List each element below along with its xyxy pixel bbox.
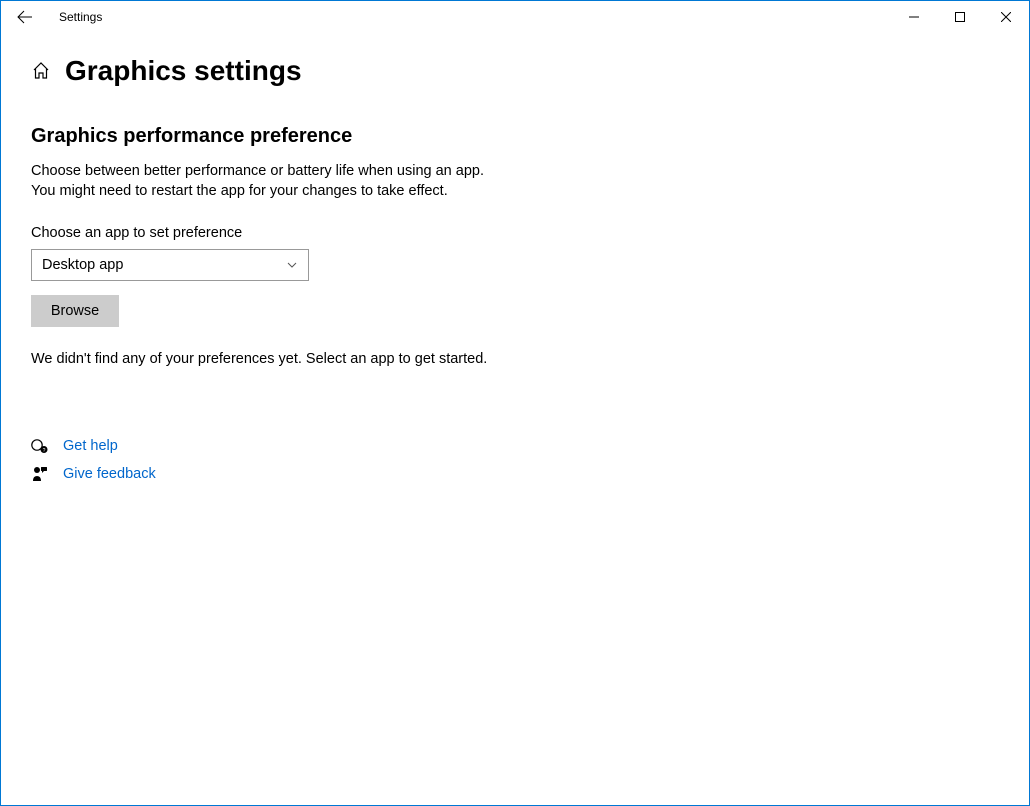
minimize-icon [909, 12, 919, 22]
get-help-row: ? Get help [31, 437, 999, 455]
window-controls [891, 1, 1029, 33]
home-icon [32, 62, 50, 80]
dropdown-value: Desktop app [42, 257, 123, 273]
app-title: Settings [59, 10, 102, 24]
home-button[interactable] [31, 61, 51, 81]
titlebar: Settings [1, 1, 1029, 33]
header-row: Graphics settings [31, 55, 999, 87]
section-title: Graphics performance preference [31, 125, 999, 148]
titlebar-left: Settings [9, 1, 891, 33]
section-description: Choose between better performance or bat… [31, 162, 999, 201]
app-type-label: Choose an app to set preference [31, 225, 999, 241]
content: Graphics settings Graphics performance p… [1, 33, 1029, 515]
empty-state-text: We didn't find any of your preferences y… [31, 351, 999, 367]
close-icon [1001, 12, 1011, 22]
maximize-icon [955, 12, 965, 22]
help-icon: ? [31, 437, 49, 455]
get-help-link[interactable]: Get help [63, 438, 118, 454]
page-title: Graphics settings [65, 55, 302, 87]
back-button[interactable] [9, 1, 41, 33]
feedback-icon [31, 465, 49, 483]
give-feedback-row: Give feedback [31, 465, 999, 483]
browse-label: Browse [51, 303, 99, 319]
description-line-1: Choose between better performance or bat… [31, 162, 999, 182]
close-button[interactable] [983, 1, 1029, 33]
chevron-down-icon [286, 259, 298, 271]
minimize-button[interactable] [891, 1, 937, 33]
app-type-dropdown[interactable]: Desktop app [31, 249, 309, 281]
give-feedback-link[interactable]: Give feedback [63, 466, 156, 482]
browse-button[interactable]: Browse [31, 295, 119, 327]
back-arrow-icon [17, 9, 33, 25]
maximize-button[interactable] [937, 1, 983, 33]
description-line-2: You might need to restart the app for yo… [31, 182, 999, 202]
svg-text:?: ? [43, 448, 46, 454]
